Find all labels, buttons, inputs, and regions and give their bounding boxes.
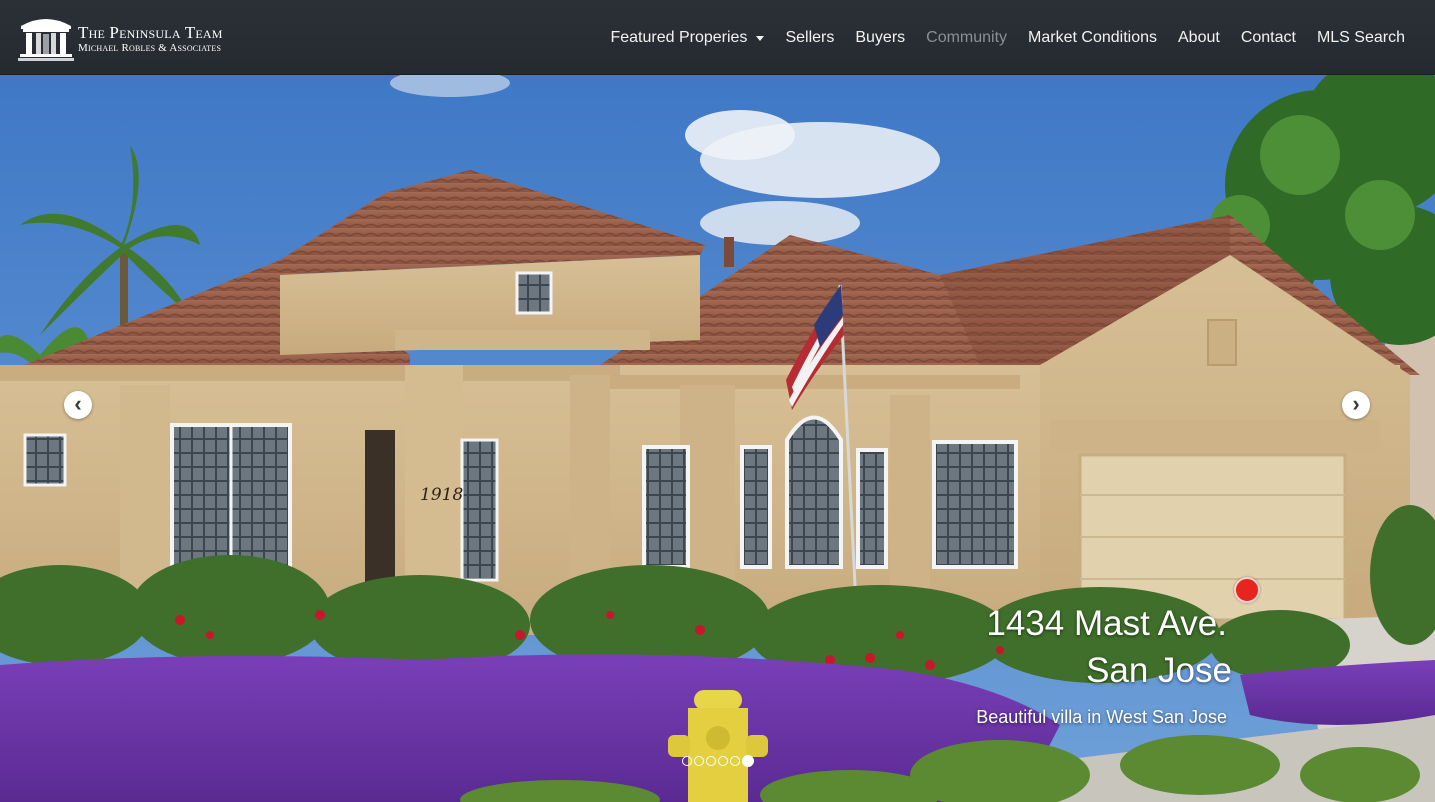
- main-nav: Featured Properies Sellers Buyers Commun…: [589, 0, 1405, 75]
- top-navbar: The Peninsula Team Michael Robles & Asso…: [0, 0, 1435, 75]
- carousel-next-button[interactable]: ›: [1342, 391, 1370, 419]
- brand-home-link[interactable]: The Peninsula Team Michael Robles & Asso…: [17, 14, 223, 62]
- nav-label: Buyers: [855, 28, 906, 46]
- nav-label: MLS Search: [1316, 28, 1405, 46]
- nav-label: Featured Properies: [610, 28, 748, 46]
- chevron-left-icon: ‹: [74, 391, 82, 416]
- nav-label: Contact: [1240, 28, 1296, 46]
- chevron-right-icon: ›: [1352, 391, 1360, 416]
- carousel-indicator[interactable]: [694, 756, 704, 766]
- nav-sellers[interactable]: Sellers: [785, 29, 834, 47]
- brand-text: The Peninsula Team Michael Robles & Asso…: [78, 24, 223, 54]
- nav-mls-search[interactable]: MLS Search: [1317, 29, 1405, 47]
- house-number: 1918: [420, 485, 464, 505]
- carousel-indicator[interactable]: [730, 756, 740, 766]
- nav-label: About: [1178, 28, 1220, 46]
- caret-down-icon: [756, 36, 765, 41]
- carousel-caption: 1434 Mast Ave. San Jose Beautiful villa …: [976, 602, 1232, 729]
- carousel-indicators: [682, 755, 756, 767]
- nav-featured-properties[interactable]: Featured Properies: [610, 28, 765, 47]
- caption-address: 1434 Mast Ave.: [986, 604, 1227, 643]
- carousel-indicator-active[interactable]: [742, 755, 754, 767]
- nav-buyers[interactable]: Buyers: [855, 29, 905, 47]
- nav-contact[interactable]: Contact: [1241, 29, 1296, 47]
- nav-label: Market Conditions: [1028, 28, 1157, 46]
- carousel-indicator[interactable]: [706, 756, 716, 766]
- hero-carousel: 1918 ‹ › 1434 Mast Ave. San Jose Beautif…: [0, 75, 1435, 802]
- caption-city: San Jose: [1086, 651, 1232, 690]
- carousel-indicator[interactable]: [682, 756, 692, 766]
- nav-market-conditions[interactable]: Market Conditions: [1028, 29, 1157, 47]
- carousel-prev-button[interactable]: ‹: [64, 391, 92, 419]
- nav-label: Sellers: [785, 28, 835, 46]
- red-marker-icon: [1234, 577, 1260, 603]
- nav-community[interactable]: Community: [926, 29, 1007, 47]
- nav-label: Community: [926, 28, 1008, 46]
- brand-title: The Peninsula Team: [78, 23, 223, 42]
- brand-subtitle: Michael Robles & Associates: [78, 42, 222, 54]
- nav-about[interactable]: About: [1178, 29, 1220, 47]
- columns-pavilion-icon: [18, 19, 74, 61]
- carousel-indicator[interactable]: [718, 756, 728, 766]
- caption-description: Beautiful villa in West San Jose: [976, 707, 1227, 727]
